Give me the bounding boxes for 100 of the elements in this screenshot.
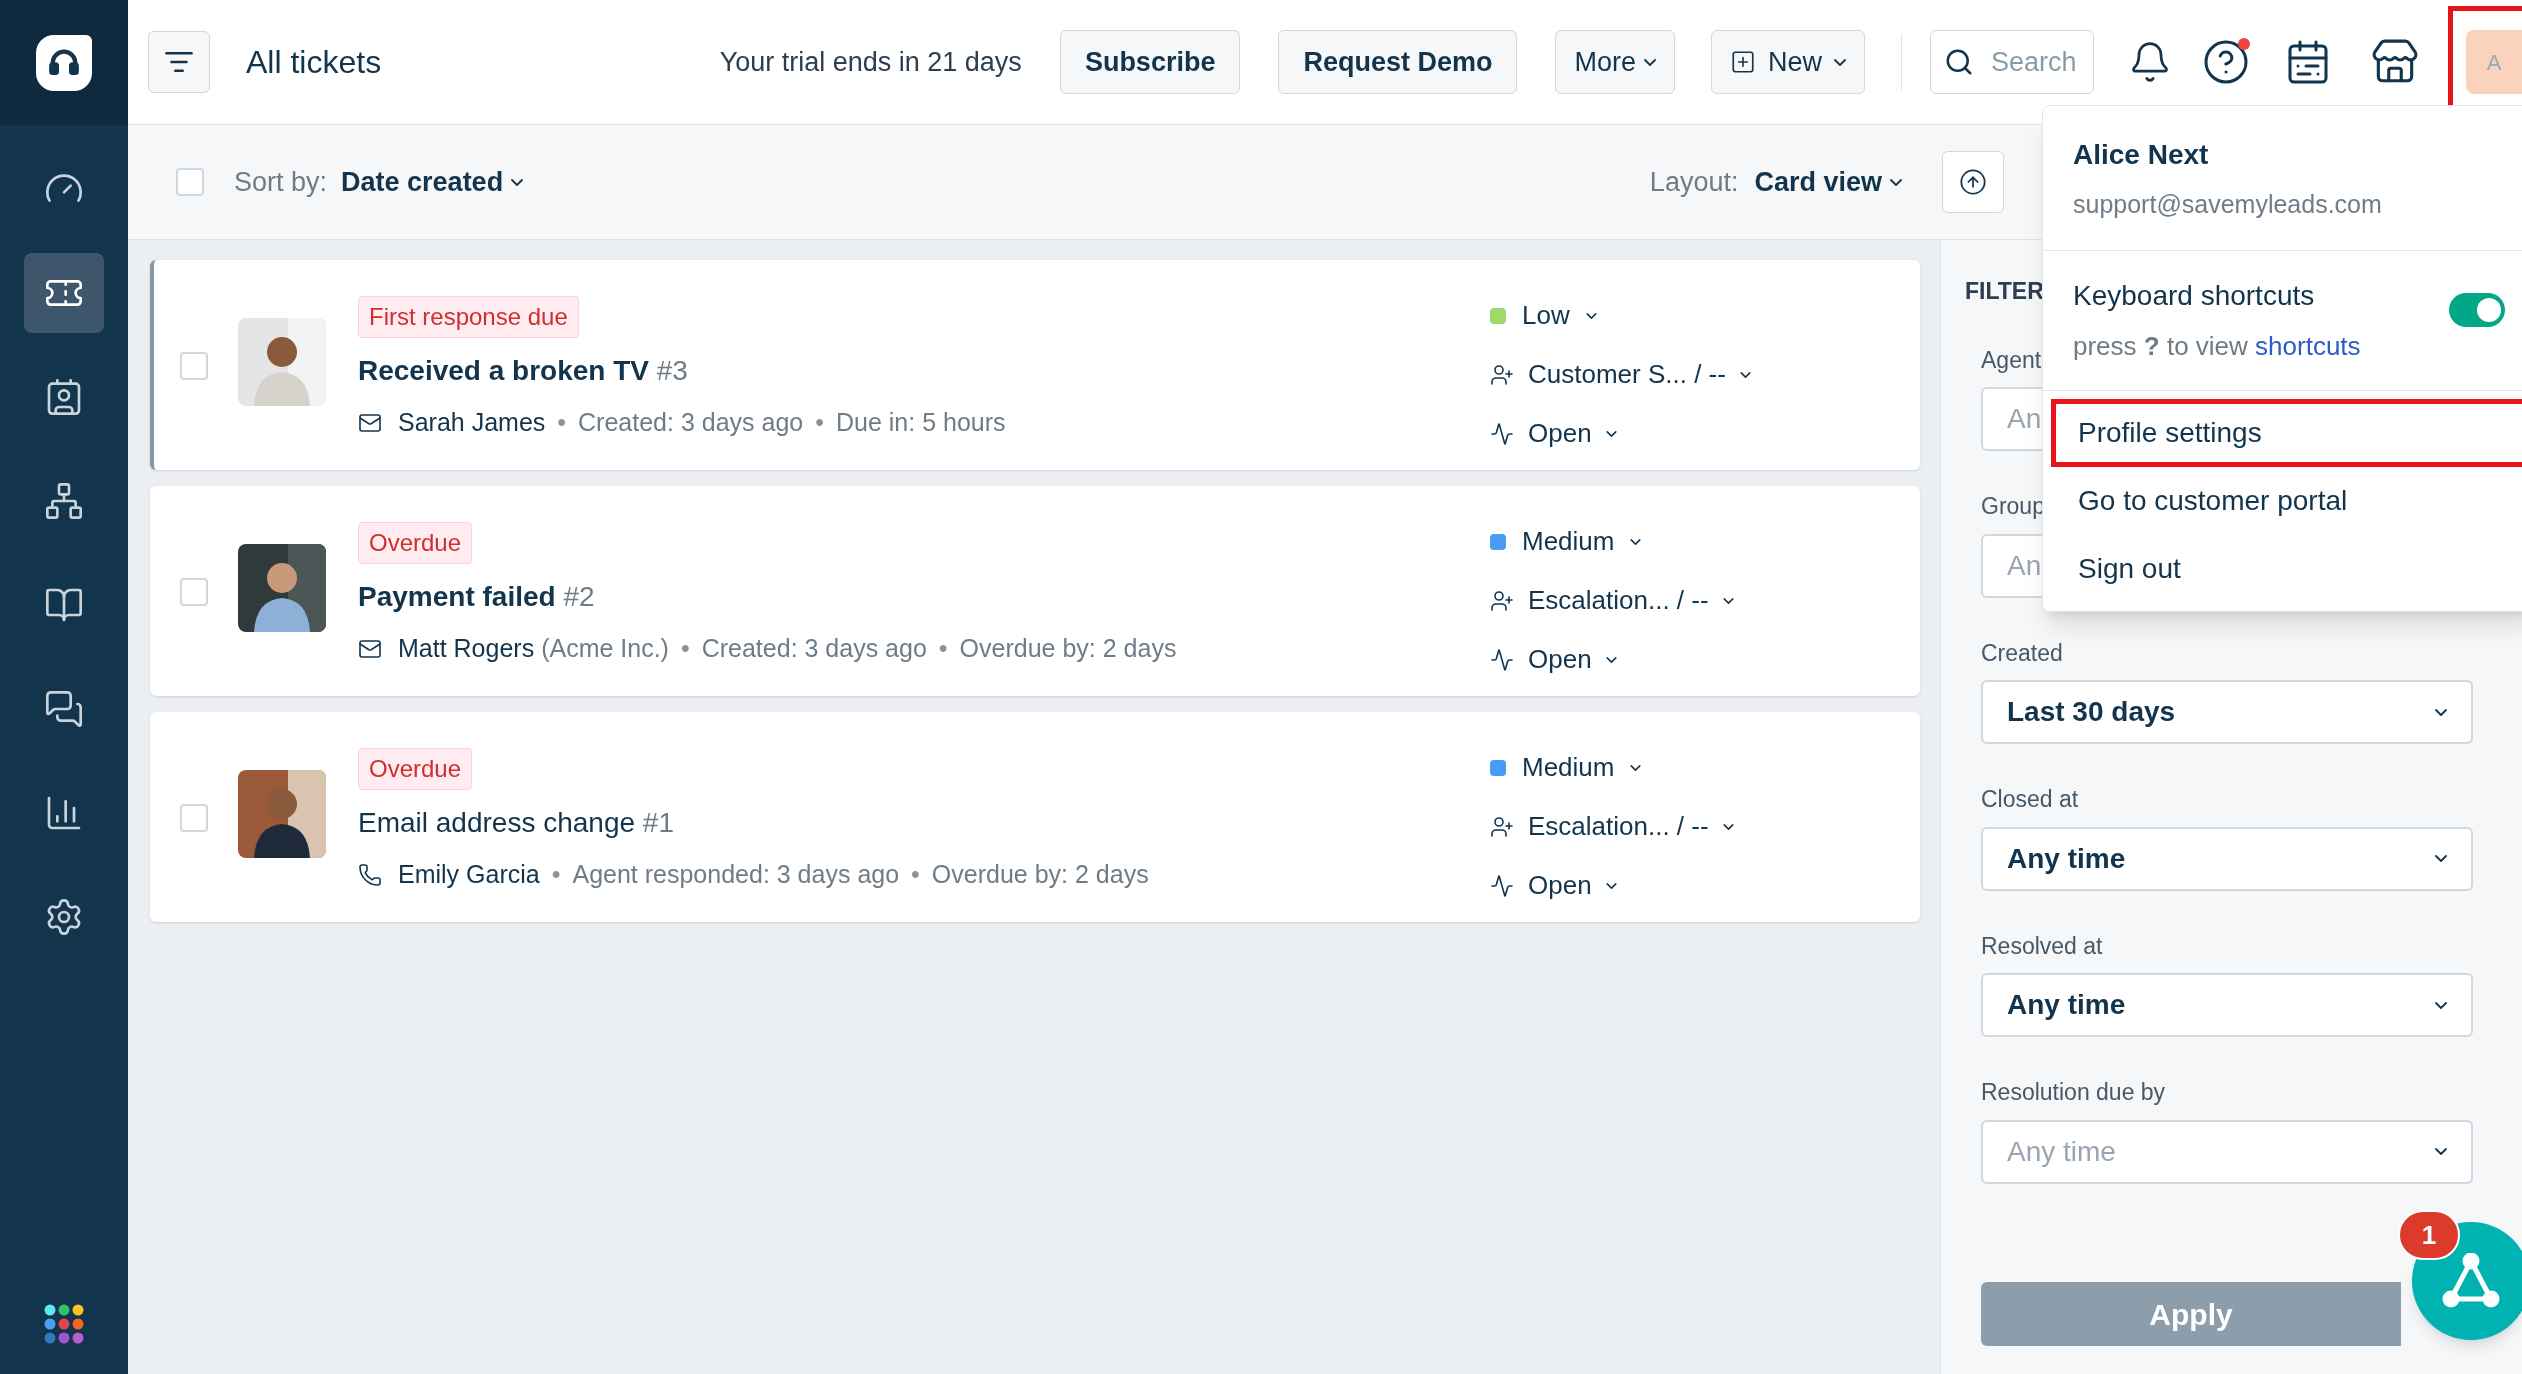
chevron-down-icon [1722, 597, 1734, 604]
select-value: Any time [2007, 841, 2126, 876]
pulse-icon [1490, 873, 1514, 898]
ticket-meta: Agent responded: 3 days ago [572, 859, 900, 890]
request-demo-button[interactable]: Request Demo [1278, 30, 1518, 94]
status-dropdown[interactable]: Open [1490, 640, 1617, 679]
triangle-nodes-icon [2441, 1253, 2501, 1309]
trial-notice: Your trial ends in 21 days [719, 45, 1022, 79]
user-email: support@savemyleads.com [2073, 189, 2382, 220]
ticket-card[interactable]: Overdue Payment failed #2 Matt Rogers (Acme Inc.) • Created: 3 days ago • Overdue by: 2 days Medium Escalation... / -- Open [150, 486, 1920, 696]
group-dropdown[interactable]: Customer S... / -- [1490, 355, 1751, 394]
new-button[interactable]: New [1711, 30, 1865, 94]
menu-item[interactable]: Go to customer portal [2051, 466, 2522, 535]
export-button[interactable] [1942, 151, 2004, 213]
priority-dropdown[interactable]: Medium [1490, 522, 1642, 561]
user-name: Alice Next [2073, 138, 2209, 172]
plus-square-icon [1730, 49, 1756, 75]
ticket-checkbox[interactable] [180, 804, 208, 832]
shortcuts-link[interactable]: shortcuts [2255, 330, 2361, 361]
page-title: All tickets [246, 43, 382, 82]
select-value: Last 30 days [2007, 695, 2176, 729]
ticket-card[interactable]: First response due Received a broken TV #3 Sarah James • Created: 3 days ago • Due in: 5 hours Low Customer S... / -- Open [150, 260, 1920, 470]
contact-name[interactable]: Matt Rogers (Acme Inc.) [398, 630, 669, 668]
chevron-down-icon [1605, 656, 1617, 663]
select-placeholder: Any time [2007, 1134, 2116, 1169]
chevron-down-icon [1739, 371, 1751, 378]
chevron-down-icon [1722, 823, 1734, 830]
separator-dot: • [815, 407, 824, 438]
filter-select[interactable]: Any time [1981, 826, 2473, 891]
ticket-meta: Created: 3 days ago [578, 407, 804, 438]
chat-bubbles-icon [44, 689, 84, 729]
ticket-checkbox[interactable] [180, 352, 208, 380]
status-dropdown[interactable]: Open [1490, 414, 1617, 453]
ticket-title[interactable]: Email address change #1 [358, 802, 674, 844]
ticket-meta: Overdue by: 2 days [959, 633, 1177, 664]
pulse-icon [1490, 421, 1514, 446]
ticket-meta: Created: 3 days ago [701, 633, 927, 664]
separator-dot: • [938, 633, 948, 664]
separator-dot: • [680, 633, 690, 664]
sla-tag: First response due [358, 296, 579, 338]
apps-grid-icon[interactable] [44, 1304, 84, 1344]
filter-label: Resolved at [1981, 931, 2103, 961]
contact-name[interactable]: Emily Garcia [398, 856, 540, 894]
chevron-down-icon [2435, 708, 2447, 716]
network-icon [44, 481, 84, 521]
subscribe-button[interactable]: Subscribe [1059, 30, 1241, 94]
ticket-title[interactable]: Received a broken TV #3 [358, 350, 688, 392]
layout-label: Layout: [1649, 165, 1739, 199]
filter-toggle-button[interactable] [148, 31, 210, 93]
ticket-meta: Due in: 5 hours [836, 407, 1006, 438]
contact-name[interactable]: Sarah James [398, 404, 546, 442]
filter-label: Resolution due by [1981, 1078, 2166, 1107]
chevron-down-icon [511, 178, 524, 186]
user-plus-icon [1490, 814, 1514, 839]
layout-dropdown[interactable]: Card view [1754, 161, 1902, 203]
filter-heading: FILTER [1965, 277, 2044, 306]
ticket-checkbox[interactable] [180, 578, 208, 606]
search-field[interactable]: Search [1930, 30, 2094, 94]
separator-dot: • [557, 407, 567, 438]
filter-label: Agent [1981, 345, 2042, 375]
sla-tag: Overdue [358, 522, 473, 564]
sort-dropdown[interactable]: Date created [341, 161, 524, 203]
select-value: Any time [2007, 988, 2126, 1022]
chevron-down-icon [2435, 1001, 2447, 1009]
select-placeholder: An [2007, 548, 2042, 583]
select-placeholder: An [2007, 402, 2042, 436]
select-all-checkbox[interactable] [176, 168, 204, 196]
priority-dropdown[interactable]: Low [1490, 296, 1597, 335]
menu-item[interactable]: Sign out [2051, 534, 2522, 603]
more-button[interactable]: More [1555, 30, 1675, 94]
group-dropdown[interactable]: Escalation... / -- [1490, 581, 1734, 620]
ticket-card[interactable]: Overdue Email address change #1 Emily Garcia • Agent responded: 3 days ago • Overdue by: 2 days Medium Escalation... / -- Open [150, 712, 1920, 922]
shortcuts-hint: press ? to view shortcuts [2073, 329, 2361, 363]
user-plus-icon [1490, 362, 1514, 387]
group-dropdown[interactable]: Escalation... / -- [1490, 807, 1734, 846]
ticket-title[interactable]: Payment failed #2 [358, 576, 595, 618]
pulse-icon [1490, 647, 1514, 672]
chevron-down-icon [1630, 764, 1642, 771]
shortcuts-label: Keyboard shortcuts [2073, 278, 2315, 313]
filter-select[interactable]: Any time [1981, 973, 2473, 1037]
chevron-down-icon [2435, 1148, 2447, 1155]
separator-dot: • [911, 859, 920, 890]
filter-select[interactable]: Last 30 days [1981, 680, 2473, 744]
user-plus-icon [1490, 588, 1514, 613]
arrow-up-circle-icon [1959, 168, 1987, 196]
chevron-down-icon [1585, 312, 1597, 319]
sla-tag: Overdue [358, 748, 473, 790]
chevron-down-icon [1834, 58, 1846, 66]
chevron-down-icon [1630, 538, 1642, 545]
chevron-down-icon [1605, 882, 1617, 889]
chevron-down-icon [1890, 178, 1902, 186]
nav-item[interactable] [24, 253, 104, 333]
priority-dropdown[interactable]: Medium [1490, 748, 1642, 787]
status-dropdown[interactable]: Open [1490, 866, 1617, 905]
headset-logo-icon[interactable] [36, 34, 92, 91]
menu-item[interactable]: Profile settings [2051, 398, 2522, 467]
shortcuts-toggle[interactable] [2449, 292, 2505, 327]
chevron-down-icon [2435, 855, 2447, 862]
help-icon[interactable] [2202, 38, 2250, 86]
ticket-meta: Overdue by: 2 days [931, 859, 1149, 890]
